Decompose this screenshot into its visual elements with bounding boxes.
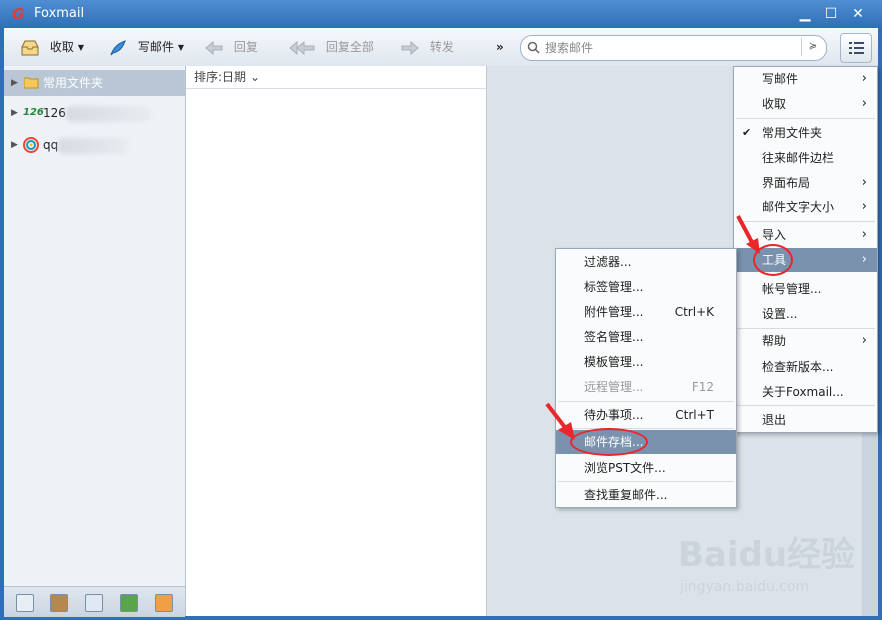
chevron-right-icon: ›	[861, 199, 867, 214]
menu-item-todo[interactable]: 待办事项... Ctrl+T	[556, 403, 736, 427]
qq-account-icon	[23, 137, 39, 153]
reply-label: 回复	[233, 40, 258, 54]
mail-module-icon[interactable]	[16, 594, 34, 612]
message-list-pane: 排序:日期 ⌄	[186, 66, 487, 616]
sort-header[interactable]: 排序:日期 ⌄	[186, 66, 486, 89]
module-switcher	[4, 586, 185, 617]
list-menu-icon	[849, 42, 864, 54]
menu-separator	[558, 401, 734, 402]
menu-item-remote-management[interactable]: 远程管理... F12	[556, 375, 736, 399]
chevron-right-icon: ›	[861, 175, 867, 190]
compose-label: 写邮件	[137, 40, 174, 54]
watermark-logo: Baidu经验	[678, 535, 856, 575]
folder-icon	[24, 77, 39, 89]
more-tools-button[interactable]: »	[496, 36, 504, 58]
menu-separator	[558, 481, 734, 482]
account-label: qq	[43, 132, 129, 158]
redacted-email	[65, 105, 151, 122]
menu-item-about[interactable]: 关于Foxmail...	[734, 380, 877, 404]
maximize-button[interactable]: ☐	[822, 5, 840, 23]
126-account-icon: 126	[23, 107, 44, 118]
toolbar: 收取 ▼ 写邮件 ▼ 回复 回复全部 转发 » ≽	[4, 28, 878, 67]
menu-item-layout[interactable]: 界面布局 ›	[734, 171, 877, 195]
reply-all-label: 回复全部	[325, 40, 374, 54]
menu-item-exit[interactable]: 退出	[734, 408, 877, 432]
compose-button[interactable]: 写邮件 ▼	[108, 36, 184, 58]
notes-module-icon[interactable]	[120, 594, 138, 612]
menu-item-tag-management[interactable]: 标签管理...	[556, 275, 736, 299]
folder-label: 常用文件夹	[43, 76, 104, 90]
menu-item-attachment-management[interactable]: 附件管理... Ctrl+K	[556, 300, 736, 324]
feather-pen-icon	[110, 39, 126, 55]
sort-caret-icon: ⌄	[250, 70, 261, 84]
tools-submenu: 过滤器... 标签管理... 附件管理... Ctrl+K 签名管理... 模板管…	[555, 248, 737, 508]
forward-label: 转发	[429, 40, 454, 54]
chevron-right-icon: ›	[861, 227, 867, 242]
menu-item-check-update[interactable]: 检查新版本...	[734, 355, 877, 379]
foxmail-window: G Foxmail ▁ ☐ ✕ 收取 ▼ 写邮件 ▼ 回复 回复全部 转发 »	[0, 0, 882, 620]
main-menu-button[interactable]	[840, 33, 872, 63]
account-item-126[interactable]: ▶ 126 126	[4, 100, 185, 126]
menu-item-signature-management[interactable]: 签名管理...	[556, 325, 736, 349]
annotation-arrow-icon	[736, 215, 760, 254]
search-box: ≽	[520, 35, 827, 61]
menu-item-common-folders[interactable]: ✔ 常用文件夹	[734, 121, 877, 145]
receive-label: 收取	[49, 40, 74, 54]
menu-separator	[736, 405, 875, 406]
folder-item-common[interactable]: ▶ 常用文件夹	[4, 70, 185, 96]
annotation-circle-archive	[570, 428, 648, 456]
search-icon	[527, 41, 540, 54]
menu-item-compose[interactable]: 写邮件 ›	[734, 67, 877, 91]
receive-caret-icon[interactable]: ▼	[78, 37, 84, 59]
reply-button[interactable]: 回复	[204, 36, 258, 58]
annotation-arrow-icon	[545, 402, 575, 440]
menu-item-find-duplicates[interactable]: 查找重复邮件...	[556, 483, 736, 507]
menu-item-contact-sidebar[interactable]: 往来邮件边栏	[734, 146, 877, 170]
menu-item-browse-pst[interactable]: 浏览PST文件...	[556, 456, 736, 480]
redacted-email	[58, 137, 129, 154]
reply-arrow-icon	[205, 40, 223, 55]
inbox-tray-icon	[21, 40, 39, 55]
watermark-url: jingyan.baidu.com	[680, 579, 810, 595]
account-item-qq[interactable]: ▶ qq	[4, 132, 185, 158]
menu-separator	[736, 118, 875, 119]
contacts-module-icon[interactable]	[50, 594, 68, 612]
chevron-right-icon: ›	[861, 252, 867, 267]
minimize-button[interactable]: ▁	[796, 5, 814, 23]
close-button[interactable]: ✕	[849, 5, 867, 23]
menu-item-template-management[interactable]: 模板管理...	[556, 350, 736, 374]
menu-item-receive[interactable]: 收取 ›	[734, 92, 877, 116]
window-title: Foxmail	[34, 6, 85, 21]
sort-label: 排序:日期	[194, 70, 247, 84]
calendar-module-icon[interactable]	[85, 594, 103, 612]
chevron-right-icon: ›	[861, 96, 867, 111]
checkmark-icon: ✔	[742, 126, 752, 139]
account-label: 126	[43, 100, 151, 126]
reply-all-arrow-icon	[289, 40, 315, 55]
folder-pane: ▶ 常用文件夹 ▶ 126 126 ▶ qq	[4, 66, 186, 616]
compose-caret-icon[interactable]: ▼	[178, 37, 184, 59]
menu-item-help[interactable]: 帮助 ›	[734, 329, 877, 353]
rss-module-icon[interactable]	[155, 594, 173, 612]
chevron-right-icon: ›	[861, 71, 867, 86]
menu-separator	[558, 428, 734, 429]
reply-all-button[interactable]: 回复全部	[288, 36, 374, 58]
forward-button[interactable]: 转发	[400, 36, 454, 58]
menu-item-filters[interactable]: 过滤器...	[556, 250, 736, 274]
search-options-dropdown[interactable]: ≽	[801, 38, 824, 56]
forward-arrow-icon	[401, 40, 419, 55]
expand-triangle-icon[interactable]: ▶	[11, 100, 18, 126]
foxmail-logo-icon: G	[12, 5, 25, 23]
menu-item-settings[interactable]: 设置...	[734, 302, 877, 326]
chevron-right-icon: ›	[861, 333, 867, 348]
baidu-watermark: Baidu经验 jingyan.baidu.com	[676, 527, 856, 603]
receive-button[interactable]: 收取 ▼	[20, 36, 84, 58]
expand-triangle-icon[interactable]: ▶	[11, 70, 18, 96]
expand-triangle-icon[interactable]: ▶	[11, 132, 18, 158]
search-input[interactable]	[543, 39, 797, 57]
title-bar[interactable]: G Foxmail ▁ ☐ ✕	[0, 0, 882, 28]
menu-item-account-management[interactable]: 帐号管理...	[734, 277, 877, 301]
